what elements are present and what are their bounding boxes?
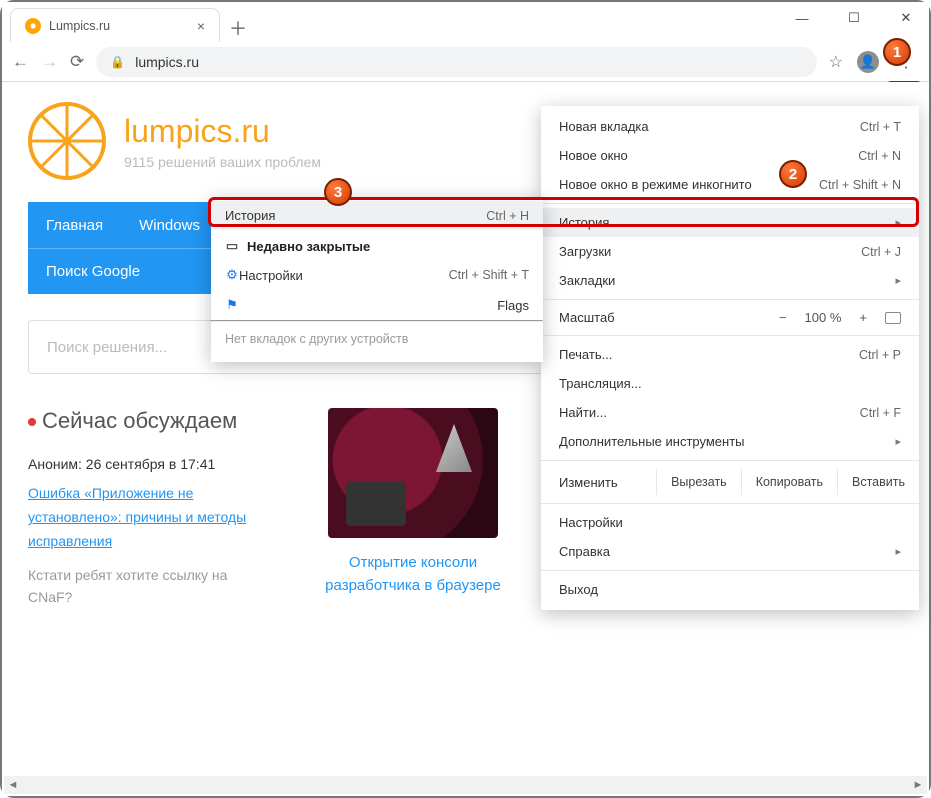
nav-home[interactable]: Главная [28,217,121,234]
maximize-icon[interactable]: ☐ [839,8,869,28]
scroll-right-icon[interactable]: ► [909,776,927,794]
url-text: lumpics.ru [135,54,199,70]
window-controls: — ☐ ✕ [787,8,921,28]
menu-settings[interactable]: Настройки [541,508,919,537]
menu-exit[interactable]: Выход [541,575,919,604]
menu-downloads[interactable]: ЗагрузкиCtrl + J [541,237,919,266]
menu-more-tools[interactable]: Дополнительные инструменты [541,427,919,456]
article-thumb-icon [328,408,498,538]
bookmark-star-icon[interactable]: ☆ [829,52,843,72]
submenu-settings[interactable]: ⚙НастройкиCtrl + Shift + T [211,260,543,290]
chrome-main-menu: Новая вкладкаCtrl + T Новое окноCtrl + N… [541,106,919,610]
search-placeholder: Поиск решения... [47,339,167,356]
menu-new-tab[interactable]: Новая вкладкаCtrl + T [541,112,919,141]
browser-toolbar: ← → ⟳ 🔒 lumpics.ru ☆ 👤 ⋮ [2,42,929,82]
discuss-heading: Сейчас обсуждаем [28,408,268,434]
menu-incognito[interactable]: Новое окно в режиме инкогнитоCtrl + Shif… [541,170,919,199]
address-bar[interactable]: 🔒 lumpics.ru [96,47,816,77]
annotation-badge-3: 3 [324,178,352,206]
menu-bookmarks[interactable]: Закладки [541,266,919,295]
reload-icon[interactable]: ⟳ [70,52,84,72]
fullscreen-icon[interactable] [885,312,901,324]
annotation-badge-1: 1 [883,38,911,66]
nav-google-search[interactable]: Поиск Google [28,263,158,280]
menu-edit-row: Изменить Вырезать Копировать Вставить [541,465,919,499]
window-titlebar: Lumpics.ru × ＋ — ☐ ✕ [2,2,929,42]
menu-new-window[interactable]: Новое окноCtrl + N [541,141,919,170]
minimize-icon[interactable]: — [787,8,817,28]
zoom-out-button[interactable]: − [779,310,787,325]
menu-find[interactable]: Найти...Ctrl + F [541,398,919,427]
edit-cut[interactable]: Вырезать [656,469,741,495]
back-icon[interactable]: ← [12,52,29,72]
submenu-history[interactable]: ИсторияCtrl + H [211,201,543,230]
tab-title: Lumpics.ru [49,19,189,33]
scroll-left-icon[interactable]: ◄ [4,776,22,794]
zoom-value: 100 % [805,310,842,325]
submenu-recently-closed-header: ▭Недавно закрытые [211,230,543,260]
orange-favicon-icon [25,18,41,34]
lock-icon: 🔒 [110,55,125,69]
new-tab-button[interactable]: ＋ [224,14,252,42]
site-title: lumpics.ru [124,113,321,150]
close-window-icon[interactable]: ✕ [891,8,921,28]
zoom-in-button[interactable]: + [859,310,867,325]
forward-icon[interactable]: → [41,52,58,72]
gear-icon: ⚙ [225,267,239,283]
article-card-1[interactable]: Открытие консоли разработчика в браузере [308,408,518,609]
edit-copy[interactable]: Копировать [741,469,837,495]
horizontal-scrollbar[interactable]: ◄ ► [4,776,927,794]
nav-windows[interactable]: Windows [121,217,218,234]
discuss-footer: Кстати ребят хотите ссылку на CNaF? [28,564,268,609]
site-logo-icon [28,102,106,180]
menu-zoom: Масштаб − 100 % + [541,304,919,331]
edit-paste[interactable]: Вставить [837,469,919,495]
submenu-no-tabs-note: Нет вкладок с других устройств [211,322,543,358]
close-tab-icon[interactable]: × [197,18,205,34]
live-dot-icon [28,418,36,426]
discuss-meta: Аноним: 26 сентября в 17:41 [28,456,268,472]
discuss-widget: Сейчас обсуждаем Аноним: 26 сентября в 1… [28,408,268,609]
site-subtitle: 9115 решений ваших проблем [124,154,321,170]
flag-icon: ⚑ [225,297,239,313]
discuss-link[interactable]: Ошибка «Приложение не установлено»: прич… [28,485,246,549]
menu-print[interactable]: Печать...Ctrl + P [541,340,919,369]
submenu-flags[interactable]: ⚑Flags [211,290,543,320]
history-submenu: ИсторияCtrl + H ▭Недавно закрытые ⚙Настр… [211,197,543,362]
menu-help[interactable]: Справка [541,537,919,566]
article-link[interactable]: Открытие консоли разработчика в браузере [308,552,518,597]
window-icon: ▭ [225,238,239,254]
browser-tab[interactable]: Lumpics.ru × [10,8,220,42]
menu-cast[interactable]: Трансляция... [541,369,919,398]
tab-strip: Lumpics.ru × ＋ [10,2,252,42]
profile-avatar-icon[interactable]: 👤 [857,51,879,73]
menu-history[interactable]: История [541,208,919,237]
annotation-badge-2: 2 [779,160,807,188]
